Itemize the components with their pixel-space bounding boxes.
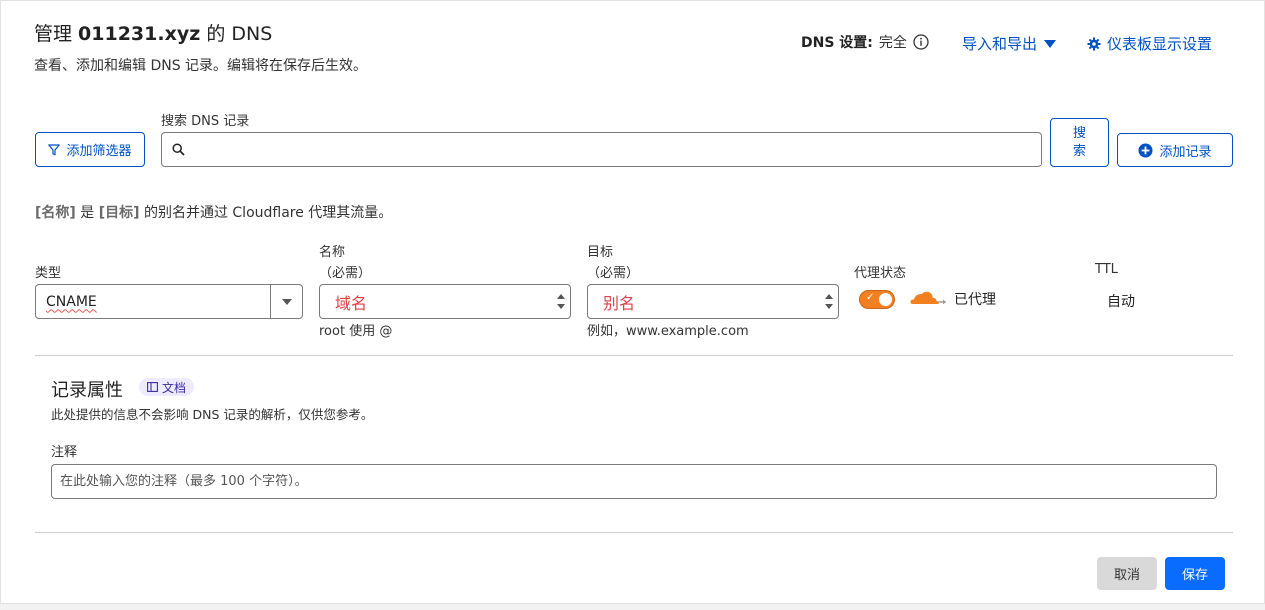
search-icon [172,143,185,156]
record-description: [名称] 是 [目标] 的别名并通过 Cloudflare 代理其流量。 [35,205,393,221]
name-placeholder: 域名 [335,293,368,313]
dns-setting: DNS 设置: 完全 [801,32,929,52]
chevron-up-icon [825,294,833,299]
name-label: 名称 [319,245,346,260]
cancel-button[interactable]: 取消 [1097,557,1157,590]
caret-down-icon [281,298,292,305]
filter-icon [48,143,61,155]
page-title: 管理 011231.xyz 的 DNS [34,23,273,45]
name-spinner[interactable] [554,285,568,318]
toggle-knob [879,293,892,306]
search-label: 搜索 DNS 记录 [161,114,250,129]
docs-badge[interactable]: 文档 [139,378,195,396]
type-select[interactable]: CNAME [35,284,303,319]
caret-down-icon [1044,39,1057,48]
proxy-status-value: 已代理 [954,292,996,308]
search-field[interactable] [161,132,1042,167]
dns-setting-value: 完全 [878,35,907,51]
add-filter-button[interactable]: 添加筛选器 [35,132,145,167]
import-export-link[interactable]: 导入和导出 [962,33,1057,54]
add-record-button[interactable]: 添加记录 [1117,133,1233,167]
note-input[interactable] [51,464,1217,499]
target-hint: 例如，www.example.com [587,324,749,339]
gear-icon [1087,37,1101,50]
type-label: 类型 [35,266,62,281]
record-attributes-description: 此处提供的信息不会影响 DNS 记录的解析，仅供您参考。 [51,407,374,422]
domain-name: 011231.xyz [78,23,201,45]
proxy-status-label: 代理状态 [854,266,907,281]
dns-setting-label: DNS 设置: [801,35,873,51]
search-input[interactable] [193,134,1041,165]
name-input[interactable]: 域名 [319,284,571,319]
dashboard-display-settings-link[interactable]: 仪表板显示设置 [1087,33,1212,54]
target-placeholder: 别名 [603,293,636,313]
target-required: （必需） [587,266,640,281]
record-attributes-title: 记录属性 [51,380,123,401]
target-spinner[interactable] [822,285,836,318]
ttl-label: TTL [1095,262,1118,277]
target-label: 目标 [587,245,614,260]
chevron-down-icon [825,304,833,309]
plus-circle-icon [1138,143,1153,157]
ttl-value: 自动 [1107,294,1135,310]
type-value: CNAME [46,293,97,310]
name-required: （必需） [319,266,372,281]
dns-record-card: 管理 011231.xyz 的 DNS 查看、添加和编辑 DNS 记录。编辑将在… [0,0,1265,604]
name-hint: root 使用 @ [319,324,393,339]
chevron-up-icon [557,294,565,299]
save-button[interactable]: 保存 [1165,557,1225,590]
search-button[interactable]: 搜 索 [1050,118,1109,167]
chevron-down-icon [557,304,565,309]
select-arrow[interactable] [270,285,302,318]
page-subtitle: 查看、添加和编辑 DNS 记录。编辑将在保存后生效。 [34,58,368,74]
proxy-toggle[interactable]: ✓ [859,290,895,309]
check-icon: ✓ [866,292,875,303]
target-input[interactable]: 别名 [587,284,839,319]
info-icon[interactable] [913,34,929,50]
book-icon [147,382,158,392]
note-label: 注释 [51,445,78,460]
divider [35,355,1233,356]
cloud-icon [910,291,947,305]
divider [35,532,1233,533]
